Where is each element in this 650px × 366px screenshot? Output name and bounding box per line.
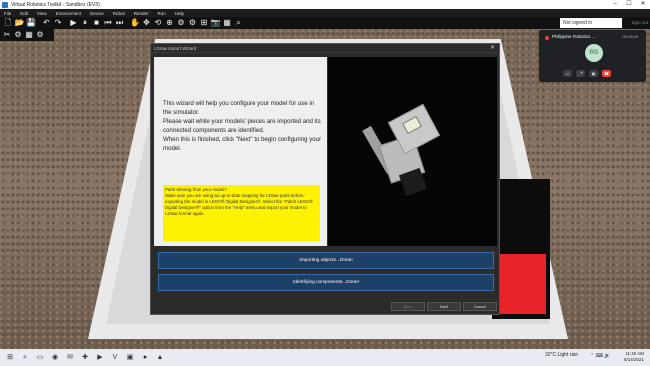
system-tray[interactable]: ⌃ ⌨ 🔊: [590, 353, 610, 359]
screen-icon[interactable]: ▭: [563, 70, 572, 77]
sign-in-status: Not signed in: [560, 18, 622, 28]
window-icon[interactable]: ▣: [125, 353, 135, 363]
meeting-overlay: Philippine Robotics ... 00:13:09 RS ▭ 🎤 …: [539, 30, 646, 82]
app-icon: [2, 1, 8, 8]
menu-view[interactable]: View: [37, 11, 47, 16]
model-preview[interactable]: [328, 57, 497, 246]
close-icon[interactable]: ✕: [490, 44, 495, 53]
grid-icon[interactable]: ▦: [24, 30, 34, 40]
end-call-icon[interactable]: ☎: [602, 70, 611, 77]
stop-icon[interactable]: ■: [92, 18, 102, 28]
wizard-intro-text: This wizard will help you configure your…: [163, 100, 322, 152]
pause-icon[interactable]: ⏸: [80, 18, 90, 28]
search-icon[interactable]: ⌕: [20, 353, 30, 363]
ldraw-import-dialog: LDraw Import Wizard ✕ This wizard will h…: [150, 43, 500, 315]
os-taskbar: ⊞ ⌕ ▭ ◉ ✉ ✚ ▶ V ▣ ● ▲ 32°C Light rain ⌃ …: [0, 349, 650, 366]
wizard-info-panel: This wizard will help you configure your…: [154, 57, 327, 246]
taskview-icon[interactable]: ▭: [35, 353, 45, 363]
menu-environment[interactable]: Environment: [56, 11, 81, 16]
open-icon[interactable]: 📂: [15, 18, 25, 28]
secondary-toolbar: ✂ ⚙ ▦ ⚙: [0, 29, 54, 41]
menu-help[interactable]: Help: [175, 11, 184, 16]
identify-status-bar: Identifying components...Done!: [158, 274, 494, 291]
dialog-title: LDraw Import Wizard: [151, 44, 499, 53]
back-button[interactable]: Back: [391, 302, 425, 311]
move-icon[interactable]: ✥: [142, 18, 152, 28]
redo-icon[interactable]: ↷: [53, 18, 63, 28]
chrome-icon[interactable]: ◉: [50, 353, 60, 363]
field-zone-red: [498, 254, 546, 314]
media-icon[interactable]: ▶: [95, 353, 105, 363]
app-plus-icon[interactable]: ✚: [80, 353, 90, 363]
step-icon[interactable]: ⏭: [115, 18, 125, 28]
missing-parts-warning: Parts Missing from your model? Make sure…: [163, 185, 320, 241]
menu-render[interactable]: Render: [134, 11, 149, 16]
avatar: RS: [585, 44, 603, 62]
clock[interactable]: 11:40 AM 6/14/2021: [624, 351, 644, 363]
start-icon[interactable]: ⊞: [5, 353, 15, 363]
tools-icon[interactable]: ✂: [2, 30, 12, 40]
meeting-controls: ▭ 🎤 ▣ ☎: [563, 70, 615, 77]
hand-icon[interactable]: ✋: [130, 18, 140, 28]
window-titlebar: Virtual Robotics Toolkit - Sandbox (EV3)…: [0, 0, 650, 9]
camera-icon[interactable]: ▣: [589, 70, 598, 77]
window-title: Virtual Robotics Toolkit - Sandbox (EV3): [11, 1, 100, 8]
mail-icon[interactable]: ✉: [65, 353, 75, 363]
undo-icon[interactable]: ↶: [42, 18, 52, 28]
menu-robot[interactable]: Robot: [113, 11, 125, 16]
menu-edit[interactable]: Edit: [20, 11, 28, 16]
maximize-button[interactable]: ☐: [622, 0, 636, 9]
menu-device[interactable]: Device: [90, 11, 104, 16]
main-toolbar: 🗋 📂 💾 ↶ ↷ ▶ ⏸ ■ ⏮ ⏭ ✋ ✥ ⟲ ⊕ ⚙ ⚙ ⊞ 📷 ▦ ⌕: [0, 17, 650, 29]
vrt-icon[interactable]: V: [110, 353, 120, 363]
close-window-button[interactable]: ✕: [636, 0, 650, 9]
minimize-button[interactable]: –: [608, 0, 622, 9]
new-icon[interactable]: 🗋: [3, 18, 13, 28]
settings-icon[interactable]: ⚙: [176, 18, 186, 28]
robot-model-preview: [362, 103, 450, 205]
grid-icon[interactable]: ▦: [222, 18, 232, 28]
weather-status[interactable]: 32°C Light rain: [545, 352, 578, 358]
rotate-icon[interactable]: ⟲: [153, 18, 163, 28]
record-icon[interactable]: ●: [140, 353, 150, 363]
menu-bar: File Edit View Environment Device Robot …: [0, 9, 650, 17]
menu-run[interactable]: Run: [158, 11, 166, 16]
meeting-timer: 00:13:09: [622, 34, 638, 39]
robot-icon[interactable]: ⚙: [188, 18, 198, 28]
save-icon[interactable]: 💾: [26, 18, 36, 28]
reset-icon[interactable]: ⏮: [103, 18, 113, 28]
cancel-button[interactable]: Cancel: [463, 302, 497, 311]
cog-icon[interactable]: ⚙: [35, 30, 45, 40]
camera-icon[interactable]: 📷: [211, 18, 221, 28]
drive-icon[interactable]: ▲: [155, 353, 165, 363]
next-button[interactable]: Next: [427, 302, 461, 311]
clock-date: 6/14/2021: [623, 357, 644, 362]
gear-icon[interactable]: ⚙: [13, 30, 23, 40]
sensor-icon[interactable]: ⊞: [199, 18, 209, 28]
mic-icon[interactable]: 🎤: [576, 70, 585, 77]
meeting-org: Philippine Robotics ...: [552, 34, 596, 39]
import-status-bar: Importing objects...Done!: [158, 252, 494, 269]
play-icon[interactable]: ▶: [69, 18, 79, 28]
recording-dot-icon: [545, 36, 549, 40]
zoom-icon[interactable]: ⌕: [234, 18, 244, 28]
sign-out-link[interactable]: Sign out: [631, 18, 648, 28]
window-controls: – ☐ ✕: [608, 0, 650, 9]
menu-file[interactable]: File: [4, 11, 11, 16]
orbit-icon[interactable]: ⊕: [165, 18, 175, 28]
